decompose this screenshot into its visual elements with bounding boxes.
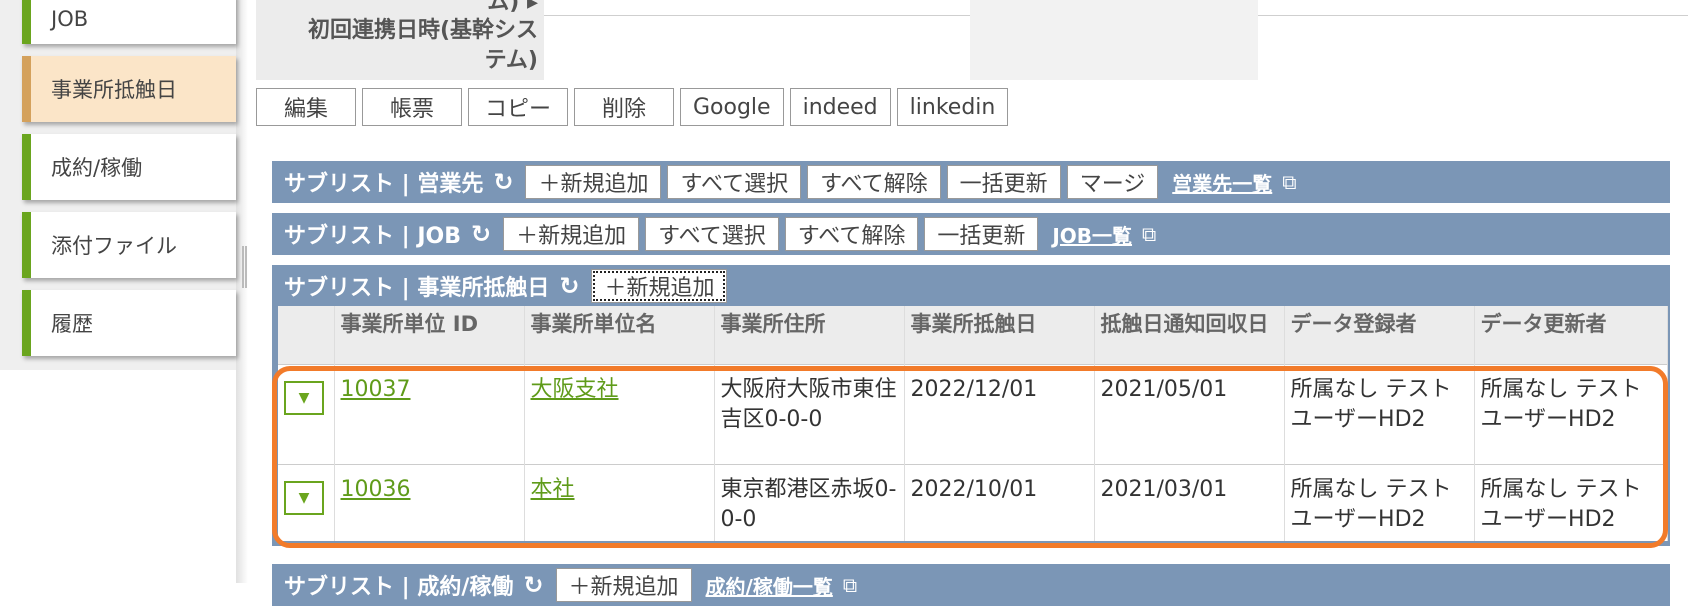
- merge-button[interactable]: マージ: [1066, 165, 1159, 199]
- column-header: [278, 306, 335, 364]
- office-id-link[interactable]: 10037: [341, 377, 411, 402]
- bulk-update-button[interactable]: 一括更新: [946, 165, 1061, 199]
- contract-list-link[interactable]: 成約/稼働一覧: [706, 571, 833, 600]
- sidebar-item-label: 成約/稼働: [51, 156, 143, 180]
- deselect-all-button[interactable]: すべて解除: [784, 217, 919, 251]
- column-header[interactable]: 事業所抵触日: [904, 306, 1095, 364]
- column-header[interactable]: データ更新者: [1474, 306, 1668, 364]
- record-actions: 編集 帳票 コピー 削除 Google indeed linkedin: [256, 88, 1009, 126]
- column-header[interactable]: 抵触日通知回収日: [1094, 306, 1285, 364]
- copy-button[interactable]: コピー: [468, 88, 568, 126]
- external-link-icon[interactable]: ⧉: [1142, 222, 1156, 246]
- sidebar-item-attachments[interactable]: 添付ファイル: [22, 212, 236, 278]
- select-all-button[interactable]: すべて選択: [645, 217, 779, 251]
- refresh-icon[interactable]: ↻: [493, 168, 513, 196]
- column-header[interactable]: 事業所単位 ID: [334, 306, 525, 364]
- form-button[interactable]: 帳票: [362, 88, 462, 126]
- table-row: ▼ 10037 大阪支社 大阪府大阪市東住吉区0-0-0 2022/12/01 …: [278, 363, 1668, 464]
- bulk-update-button[interactable]: 一括更新: [924, 217, 1039, 251]
- created-by: 所属なし テストユーザーHD2: [1284, 363, 1475, 464]
- office-name-link[interactable]: 本社: [531, 477, 575, 502]
- deselect-all-button[interactable]: すべて解除: [807, 165, 941, 199]
- add-new-button[interactable]: ＋新規追加: [591, 269, 728, 303]
- notice-date: 2021/03/01: [1094, 463, 1285, 541]
- sublist-title: サブリスト | 成約/稼働: [284, 575, 514, 600]
- sidebar-item-history[interactable]: 履歴: [22, 290, 236, 356]
- sidebar-item-label: 事業所抵触日: [51, 78, 177, 102]
- arrow-right-icon: ▸: [526, 0, 538, 15]
- select-all-button[interactable]: すべて選択: [667, 165, 802, 199]
- sublist-title: サブリスト | 営業先: [284, 172, 484, 197]
- detail-label-first-link: 初回連携日時(基幹シス テム): [256, 16, 544, 80]
- splitter-handle[interactable]: [242, 246, 247, 288]
- google-button[interactable]: Google: [680, 88, 784, 126]
- delete-button[interactable]: 削除: [574, 88, 674, 126]
- created-by: 所属なし テストユーザーHD2: [1284, 463, 1475, 541]
- detail-label-cut: ム) ▸: [256, 0, 544, 16]
- add-new-button[interactable]: ＋新規追加: [525, 165, 662, 199]
- linkedin-button[interactable]: linkedin: [896, 88, 1009, 126]
- indeed-button[interactable]: indeed: [789, 88, 891, 126]
- customer-list-link[interactable]: 営業先一覧: [1172, 168, 1272, 197]
- sidebar-item-contract[interactable]: 成約/稼働: [22, 134, 236, 200]
- office-address: 東京都港区赤坂0-0-0: [714, 463, 905, 541]
- column-header[interactable]: 事業所住所: [714, 306, 905, 364]
- row-menu-chevron-down-icon[interactable]: ▼: [284, 480, 324, 515]
- external-link-icon[interactable]: ⧉: [843, 573, 857, 597]
- office-name-link[interactable]: 大阪支社: [531, 377, 619, 402]
- edit-button[interactable]: 編集: [256, 88, 356, 126]
- sublist-office-bar: サブリスト | 事業所抵触日 ↻ ＋新規追加: [272, 265, 1670, 307]
- job-list-link[interactable]: JOB一覧: [1052, 220, 1132, 249]
- office-table: 事業所単位 ID 事業所単位名 事業所住所 事業所抵触日 抵触日通知回収日 デー…: [278, 306, 1668, 541]
- column-header[interactable]: データ登録者: [1284, 306, 1475, 364]
- sublist-title: サブリスト | 事業所抵触日: [284, 276, 550, 301]
- sidebar-item-label: 添付ファイル: [51, 234, 177, 258]
- sublist-job-bar: サブリスト | JOB ↻ ＋新規追加 すべて選択 すべて解除 一括更新 JOB…: [272, 213, 1670, 255]
- sublist-title: サブリスト | JOB: [284, 224, 462, 249]
- sidebar-item-label: JOB: [51, 7, 89, 31]
- sidebar-item-label: 履歴: [51, 312, 93, 336]
- refresh-icon[interactable]: ↻: [523, 571, 543, 599]
- main-shadow: [236, 0, 248, 583]
- conflict-date: 2022/10/01: [904, 463, 1095, 541]
- column-header[interactable]: 事業所単位名: [524, 306, 715, 364]
- add-new-button[interactable]: ＋新規追加: [503, 217, 640, 251]
- refresh-icon[interactable]: ↻: [471, 220, 491, 248]
- refresh-icon[interactable]: ↻: [559, 272, 579, 300]
- conflict-date: 2022/12/01: [904, 363, 1095, 464]
- office-address: 大阪府大阪市東住吉区0-0-0: [714, 363, 905, 464]
- sidebar-item-office-conflict-date[interactable]: 事業所抵触日: [22, 56, 236, 122]
- row-menu-chevron-down-icon[interactable]: ▼: [284, 380, 324, 415]
- sublist-contract-bar: サブリスト | 成約/稼働 ↻ ＋新規追加 成約/稼働一覧 ⧉: [272, 564, 1670, 606]
- table-row: ▼ 10036 本社 東京都港区赤坂0-0-0 2022/10/01 2021/…: [278, 463, 1668, 541]
- notice-date: 2021/05/01: [1094, 363, 1285, 464]
- sublist-customer-bar: サブリスト | 営業先 ↻ ＋新規追加 すべて選択 すべて解除 一括更新 マージ…: [272, 161, 1670, 203]
- add-new-button[interactable]: ＋新規追加: [555, 568, 692, 602]
- office-id-link[interactable]: 10036: [341, 477, 411, 502]
- updated-by: 所属なし テストユーザーHD2: [1474, 363, 1668, 464]
- external-link-icon[interactable]: ⧉: [1282, 170, 1296, 194]
- updated-by: 所属なし テストユーザーHD2: [1474, 463, 1668, 541]
- detail-value-cell: [970, 0, 1258, 80]
- sidebar-item-job[interactable]: JOB: [22, 0, 236, 44]
